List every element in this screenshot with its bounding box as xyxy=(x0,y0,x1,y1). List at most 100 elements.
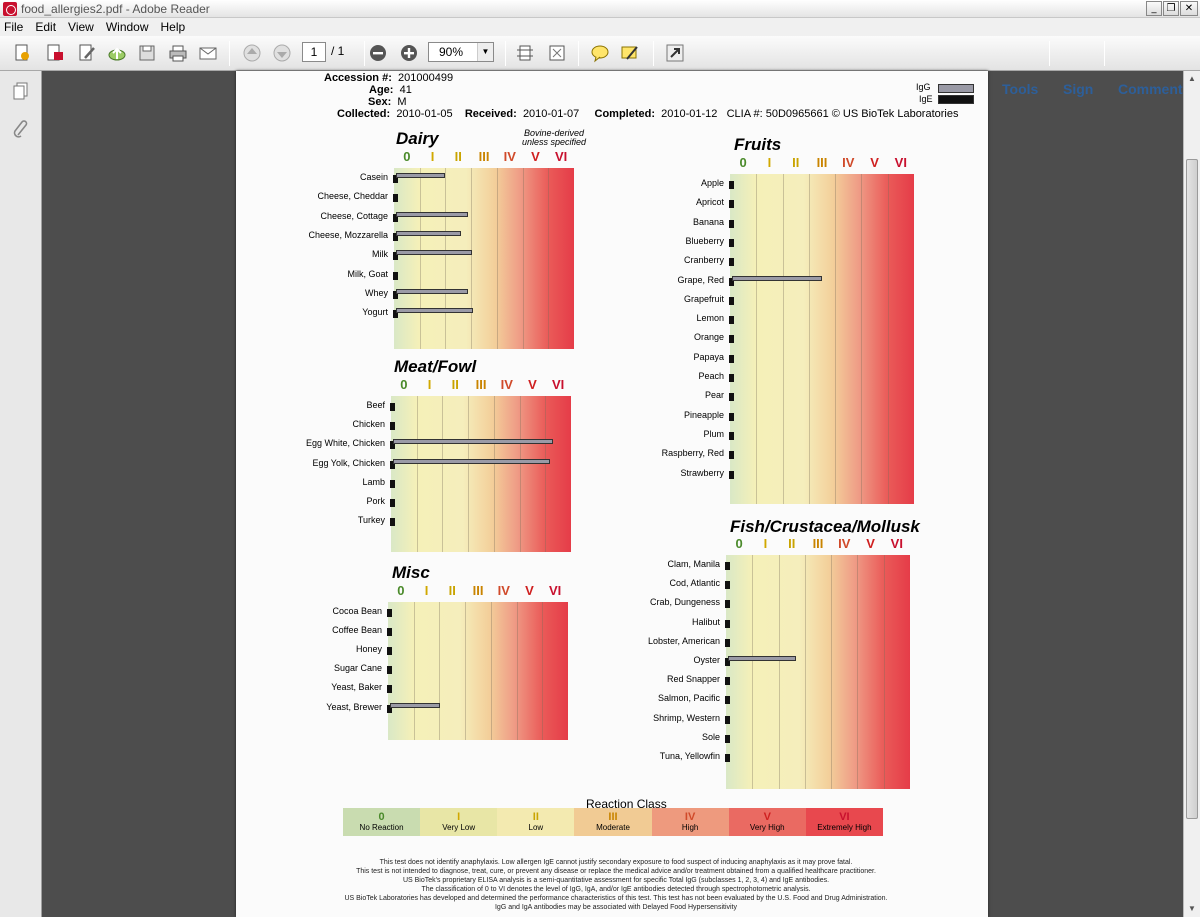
reaction-class-label: Extremely High xyxy=(817,823,872,832)
class-label-5: V xyxy=(528,377,537,392)
email-icon[interactable] xyxy=(197,42,219,64)
received-value: 2010-01-07 xyxy=(522,108,580,120)
disclaimer-line: This test does not identify anaphylaxis.… xyxy=(379,859,853,866)
food-label: Halibut xyxy=(691,616,720,627)
food-label: Honey xyxy=(355,644,382,655)
page-number-input[interactable]: 1 xyxy=(302,42,326,62)
grid-line xyxy=(831,555,833,789)
vertical-scrollbar[interactable]: ▲ ▼ xyxy=(1183,71,1200,917)
grid-line xyxy=(778,555,780,789)
reaction-class-number: VI xyxy=(839,811,850,823)
food-label: Red Snapper xyxy=(666,674,720,685)
menu-view[interactable]: View xyxy=(68,20,94,34)
age-row: Age: 41 xyxy=(369,84,412,96)
ige-marker xyxy=(725,562,730,570)
food-label: Casein xyxy=(359,172,388,182)
toolbar: Tools Sign Comment xyxy=(0,36,1200,97)
food-label: Blueberry xyxy=(685,235,724,246)
expand-icon[interactable] xyxy=(664,42,686,64)
zoom-out-icon[interactable] xyxy=(367,42,389,64)
scroll-up-icon[interactable]: ▲ xyxy=(1184,71,1200,87)
food-label: Shrimp, Western xyxy=(653,712,720,723)
scrollbar-thumb[interactable] xyxy=(1186,159,1198,819)
food-label: Beef xyxy=(366,400,385,410)
accession-value: 201000499 xyxy=(398,72,454,84)
export-pdf-icon[interactable] xyxy=(44,42,66,64)
upload-cloud-icon[interactable] xyxy=(106,42,128,64)
grid-line xyxy=(756,174,758,504)
close-button[interactable]: ✕ xyxy=(1180,1,1198,16)
restore-button[interactable]: ❐ xyxy=(1163,1,1179,16)
full-screen-icon[interactable] xyxy=(546,42,568,64)
zoom-in-icon[interactable] xyxy=(398,42,420,64)
grid-line xyxy=(490,602,492,740)
class-label-3: III xyxy=(472,583,484,598)
reaction-class-number: IV xyxy=(684,811,696,823)
window-title: food_allergies2.pdf - Adobe Reader xyxy=(21,1,210,16)
food-label: Grapefruit xyxy=(683,293,724,304)
minimize-button[interactable]: _ xyxy=(1146,1,1162,16)
class-label-6: VI xyxy=(894,155,907,170)
class-label-6: VI xyxy=(890,536,903,551)
food-label: Cod, Atlantic xyxy=(669,578,720,589)
legend-ige-label: IgE xyxy=(919,94,933,104)
food-label: Sole xyxy=(701,731,720,742)
chevron-down-icon[interactable]: ▼ xyxy=(477,43,493,61)
food-label: Tuna, Yellowfin xyxy=(659,751,720,761)
igg-bar xyxy=(393,458,550,464)
sign-link[interactable]: Sign xyxy=(1063,81,1093,97)
tools-link[interactable]: Tools xyxy=(1002,81,1038,97)
reaction-class-0: 0 No Reaction xyxy=(343,808,421,836)
ige-marker xyxy=(725,677,730,686)
food-label: Cocoa Bean xyxy=(332,606,382,616)
disclaimer-line: US BioTek Laboratories has developed and… xyxy=(344,895,888,902)
fish-panel-title: Fish/Crustacea/Mollusk xyxy=(730,517,920,536)
grid-line xyxy=(545,396,547,552)
navigation-pane xyxy=(0,71,42,917)
dairy-panel-title: Dairy xyxy=(396,129,439,148)
sticky-note-icon[interactable] xyxy=(589,42,611,64)
attachments-icon[interactable] xyxy=(10,119,32,141)
class-label-0: 0 xyxy=(403,149,411,164)
food-label: Plum xyxy=(703,428,724,439)
menu-edit[interactable]: Edit xyxy=(35,20,56,34)
class-label-6: VI xyxy=(555,149,568,164)
page-total: / 1 xyxy=(331,44,345,58)
next-page-icon[interactable] xyxy=(271,42,293,64)
class-label-1: I xyxy=(424,583,429,598)
ige-marker xyxy=(729,354,734,363)
disclaimer-line: This test is not intended to diagnose, t… xyxy=(356,868,876,875)
grid-line xyxy=(445,168,447,349)
food-label: Turkey xyxy=(357,515,385,526)
fit-page-icon[interactable] xyxy=(514,42,536,64)
page-thumbnails-icon[interactable] xyxy=(10,81,32,103)
previous-page-icon[interactable] xyxy=(241,42,263,64)
class-label-0: 0 xyxy=(397,583,405,598)
ige-marker xyxy=(725,600,730,609)
menu-window[interactable]: Window xyxy=(106,20,149,34)
zoom-select[interactable]: 90% ▼ xyxy=(428,42,494,62)
highlight-icon[interactable] xyxy=(619,42,641,64)
save-icon[interactable] xyxy=(136,42,158,64)
igg-bar xyxy=(732,275,823,281)
print-icon[interactable] xyxy=(167,42,189,64)
comment-link[interactable]: Comment xyxy=(1118,81,1183,97)
create-pdf-icon[interactable] xyxy=(12,42,34,64)
reaction-class-1: I Very Low xyxy=(420,808,498,836)
reaction-class-label: Very High xyxy=(749,823,785,832)
menu-help[interactable]: Help xyxy=(161,20,186,34)
food-label: Chicken xyxy=(352,419,385,430)
scroll-down-icon[interactable]: ▼ xyxy=(1184,901,1200,917)
food-label: Orange xyxy=(693,332,724,343)
grid-line xyxy=(887,174,889,504)
edit-pdf-icon[interactable] xyxy=(76,42,98,64)
menu-bar: File Edit View Window Help xyxy=(0,18,1200,36)
menu-file[interactable]: File xyxy=(4,20,23,34)
class-label-2: II xyxy=(451,377,459,392)
fruits-class-header: 0 I II III IV V VI xyxy=(730,154,914,172)
ige-marker xyxy=(725,619,730,628)
dates-row: Collected: 2010-01-05 Received: 2010-01-… xyxy=(337,108,959,120)
toolbar-separator xyxy=(364,41,365,66)
ige-marker xyxy=(725,754,730,762)
ige-marker xyxy=(393,194,398,203)
